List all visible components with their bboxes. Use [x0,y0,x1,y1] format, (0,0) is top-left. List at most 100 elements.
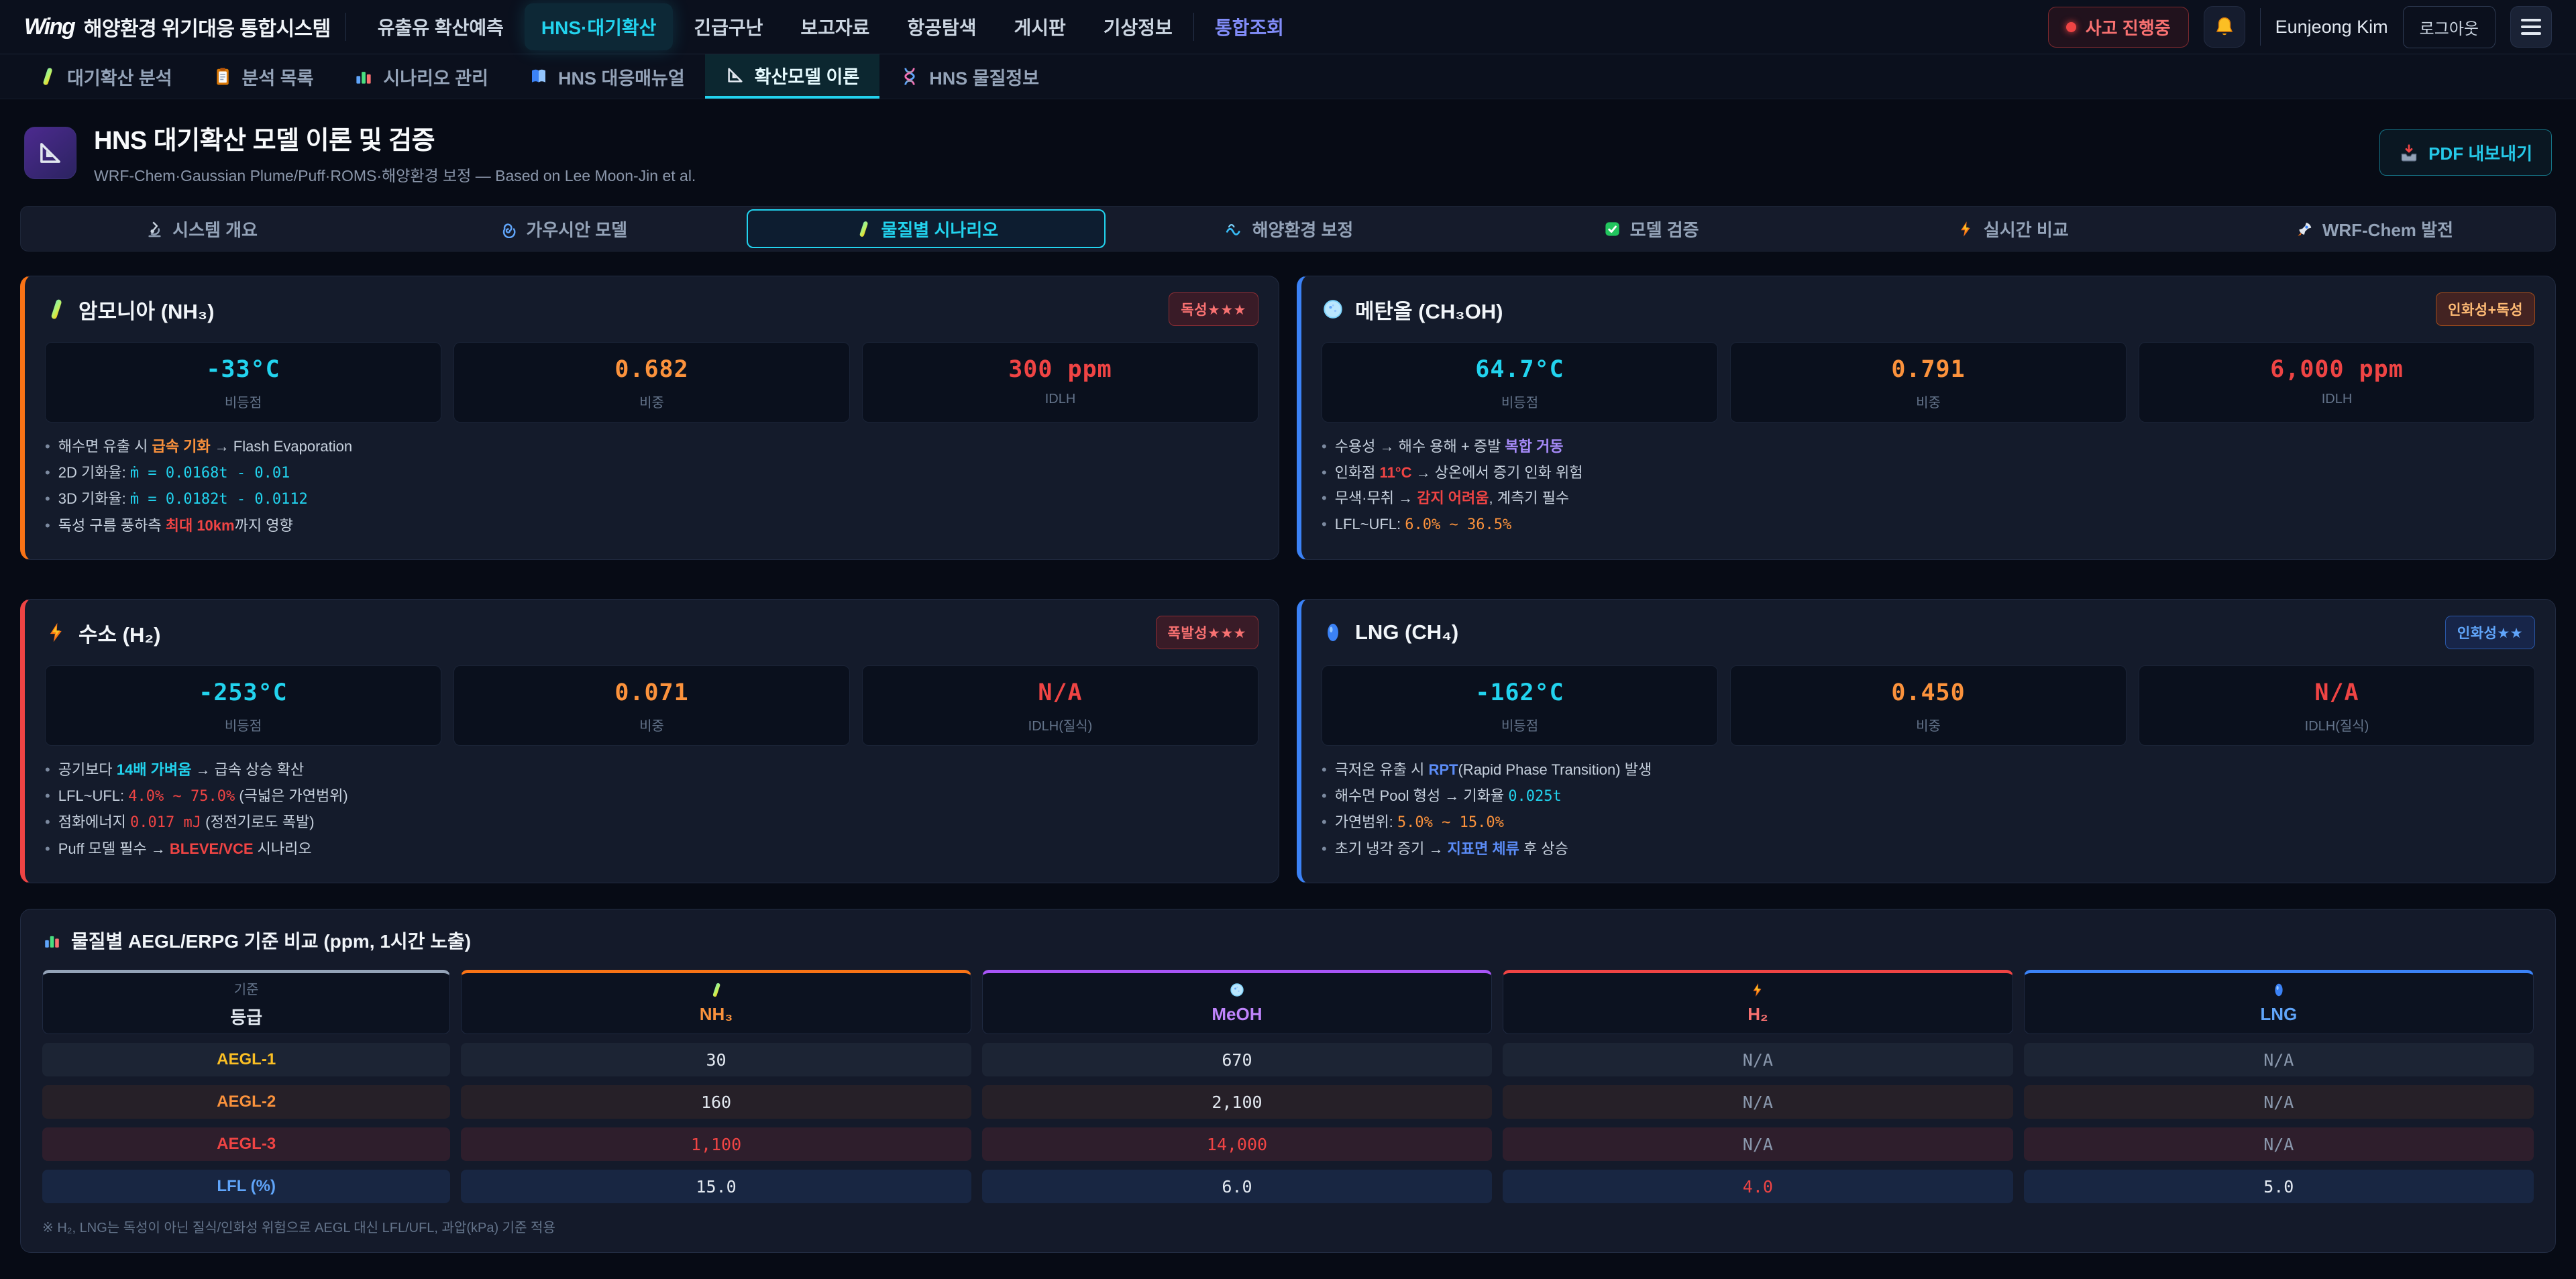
nav-item-3[interactable]: 긴급구난 [677,3,780,50]
nav-item-4[interactable]: 보고자료 [784,3,886,50]
bullet-segment: (정전기로도 폭발) [201,814,315,830]
table-cell: 160 [461,1085,971,1119]
droplet-icon [2271,982,2287,998]
card-header: LNG (CH₄)인화성★★ [1322,616,2535,649]
stat-box: 0.071비중 [453,665,850,746]
table-col-header-1: 기준등급 [42,970,450,1034]
tab-4[interactable]: 해양환경 보정 [1111,209,1467,248]
tab-1[interactable]: 시스템 개요 [23,209,380,248]
bullet-segment: Puff 모델 필수 → [58,840,170,857]
table-row-1: AEGL-130670N/AN/A [42,1043,2534,1076]
pdf-export-button[interactable]: PDF 내보내기 [2379,129,2552,176]
stat-label: IDLH [868,392,1252,407]
test-tube-icon [708,982,724,998]
subnav-item-4[interactable]: HNS 대응매뉴얼 [508,54,705,99]
aegl-table-section: 물질별 AEGL/ERPG 기준 비교 (ppm, 1시간 노출) 기준등급NH… [20,909,2556,1253]
bullet-segment: ṁ = 0.0168t - 0.01 [130,465,290,482]
bullet-segment: 극저온 유출 시 [1335,761,1429,778]
main-content: HNS 대기확산 모델 이론 및 검증 WRF-Chem·Gaussian Pl… [0,99,2576,1253]
bullet-segment: 수용성 → 해수 용해 + 증발 [1335,438,1505,455]
top-navbar: Wing 해양환경 위기대응 통합시스템 유출유 확산예측HNS·대기확산긴급구… [0,0,2576,54]
incident-status-badge: 사고 진행중 [2048,7,2189,48]
page-header: HNS 대기확산 모델 이론 및 검증 WRF-Chem·Gaussian Pl… [20,117,2556,188]
secondary-nav: 대기확산 분석 분석 목록시나리오 관리HNS 대응매뉴얼확산모델 이론HNS 물… [0,54,2576,99]
status-dot-icon [2066,22,2076,32]
hamburger-menu-button[interactable] [2510,6,2552,48]
tab-7[interactable]: WRF-Chem 발전 [2196,209,2553,248]
row-label: AEGL-3 [42,1127,450,1161]
stat-box: -33°C비등점 [45,342,441,423]
lightning-icon [1750,982,1766,998]
bullet-segment: 복합 거동 [1505,438,1563,455]
stat-box: 64.7°C비등점 [1322,342,1718,423]
bullet-segment: 3D 기화율: [58,490,130,507]
bullet-segment: 지표면 체류 [1448,840,1519,857]
incident-status-label: 사고 진행중 [2086,15,2171,40]
bullet-segment: 공기보다 [58,761,117,778]
stat-box: 300 ppm IDLH [862,342,1258,423]
stat-label: 비등점 [51,715,435,734]
nav-item-1[interactable]: 유출유 확산예측 [361,3,521,50]
bullet-segment: , 계측기 필수 [1489,490,1570,506]
subnav-item-2[interactable]: 분석 목록 [193,54,334,99]
tab-5[interactable]: 모델 검증 [1473,209,1829,248]
petri-dish-icon [1322,298,1344,321]
pdf-export-label: PDF 내보내기 [2428,140,2532,165]
bullet-segment: 가연범위: [1335,814,1397,830]
table-cell: 2,100 [982,1085,1492,1119]
subnav-item-1[interactable]: 대기확산 분석 [17,54,193,99]
subnav-item-3[interactable]: 시나리오 관리 [333,54,508,99]
bullet-segment: 2D 기화율: [58,464,130,481]
hazard-badge: 독성★★★ [1169,292,1258,326]
stat-box: 0.450비중 [1730,665,2127,746]
bullet-segment: 6.0% ~ 36.5% [1405,516,1511,533]
bullet-segment: LFL~UFL: [1335,516,1405,533]
tab-3[interactable]: 물질별 시나리오 [747,209,1106,248]
table-cell: 5.0 [2024,1170,2534,1203]
page-title: HNS 대기확산 모델 이론 및 검증 [94,119,696,156]
nav-item-8[interactable]: 통합조회 [1198,3,1301,50]
logout-button[interactable]: 로그아웃 [2403,6,2496,48]
row-label: AEGL-2 [42,1085,450,1119]
stat-value: 300 ppm [868,356,1252,383]
brand[interactable]: Wing 해양환경 위기대응 통합시스템 [24,12,331,42]
col-label: LNG [2260,1004,2297,1025]
nav-item-7[interactable]: 기상정보 [1087,3,1189,50]
page-header-text: HNS 대기확산 모델 이론 및 검증 WRF-Chem·Gaussian Pl… [94,119,696,186]
stat-value: 0.791 [1736,356,2121,383]
subnav-item-label: 대기확산 분석 [67,64,172,90]
tab-2[interactable]: 가우시안 모델 [385,209,741,248]
subnav-item-6[interactable]: HNS 물질정보 [879,54,1059,99]
table-cell: 670 [982,1043,1492,1076]
table-cell: 6.0 [982,1170,1492,1203]
subnav-item-5[interactable]: 확산모델 이론 [705,54,880,99]
table-cell: 15.0 [461,1170,971,1203]
bullet-list: 공기보다 14배 가벼움 → 급속 상승 확산LFL~UFL: 4.0% ~ 7… [45,761,1258,858]
dna-icon [900,66,920,87]
bullet-segment: 까지 영향 [235,517,293,534]
hazard-badge: 폭발성★★★ [1156,616,1258,649]
stat-box: 0.682비중 [453,342,850,423]
stat-label: IDLH(질식) [2145,715,2529,734]
table-col-header-5: LNG [2024,970,2534,1034]
bullet-item: 2D 기화율: ṁ = 0.0168t - 0.01 [45,463,1258,483]
bullet-list: 수용성 → 해수 용해 + 증발 복합 거동인화점 11°C → 상온에서 증기… [1322,437,2535,534]
download-tray-icon [2399,143,2419,163]
stat-label: 비등점 [51,392,435,411]
card-meoh: 메탄올 (CH₃OH)인화성+독성64.7°C비등점0.791비중6,000 p… [1297,276,2556,560]
col-label: MeOH [1212,1004,1262,1025]
tab-6[interactable]: 실시간 비교 [1835,209,2191,248]
bullet-segment: → Flash Evaporation [211,438,353,455]
table-cell: N/A [1503,1127,2012,1161]
nav-item-6[interactable]: 게시판 [998,3,1083,50]
notifications-button[interactable] [2204,6,2245,48]
bullet-segment: 무색·무취 → [1335,490,1417,506]
nav-item-2[interactable]: HNS·대기확산 [525,3,673,50]
card-h2: 수소 (H₂)폭발성★★★-253°C비등점0.071비중N/AIDLH(질식)… [20,599,1279,883]
test-tube-icon [45,298,68,321]
nav-item-5[interactable]: 항공탐색 [890,3,993,50]
user-name: Eunjeong Kim [2275,17,2388,38]
stat-label: 비중 [1736,392,2121,411]
hazard-badge: 인화성+독성 [2436,292,2535,326]
tab-label: 가우시안 모델 [526,217,627,241]
